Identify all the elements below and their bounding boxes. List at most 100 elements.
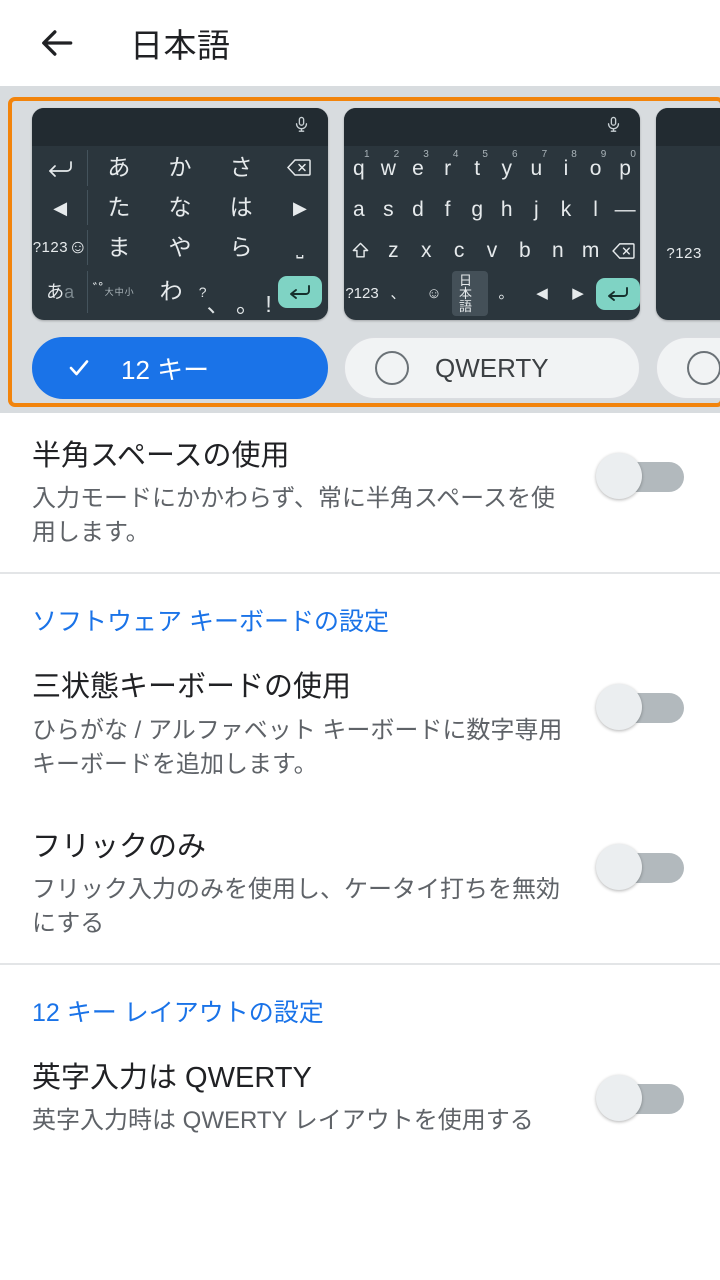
key-z: z (388, 239, 399, 262)
key-w: w2 (380, 149, 400, 180)
enter-icon (277, 275, 322, 308)
key-undo (32, 148, 89, 188)
key-row: ◀ た な は ▶ (32, 188, 328, 228)
key-ha: は (229, 194, 253, 221)
key-wa: わ (159, 278, 183, 305)
key-period: 。 (498, 285, 514, 302)
toggle-alphabet-input-qwerty[interactable] (596, 1075, 688, 1122)
keyboard-top-bar (32, 108, 328, 146)
layout-chip-12key[interactable]: 12 キー (32, 337, 328, 399)
symbols-label: ?123 (32, 239, 69, 257)
key-cursor-left: ◀ (32, 188, 89, 228)
key-dakuten: ゙ ゚大中小 (97, 282, 135, 300)
language-chip-label: 日本語 (452, 271, 488, 316)
setting-row-hankaku-space[interactable]: 半角スペースの使用 入力モードにかかわらず、常に半角スペースを使用します。 (0, 413, 720, 572)
key-u: u7 (530, 149, 548, 180)
key-row (656, 190, 720, 232)
key-q: q1 (352, 149, 370, 180)
keyboard-keys: あ か さ ◀ た な は ▶ ?123 ☺ ま や ら ⎵ あ a ゙ ゚ 大… (32, 146, 328, 320)
setting-title: 三状態キーボードの使用 (32, 671, 352, 704)
keyboard-top-bar (344, 108, 640, 146)
toggle-hankaku-space[interactable] (596, 453, 688, 499)
key-p: p0 (619, 149, 636, 180)
toggle-flick-only[interactable] (596, 843, 688, 890)
key-punctuation: ?、 。 ! (198, 283, 272, 317)
key-cursor-left: ◀ (536, 285, 548, 302)
key-v: v (486, 239, 498, 262)
key-h: h (500, 198, 513, 221)
setting-row-flick-only[interactable]: フリックのみ フリック入力のみを使用し、ケータイ打ちを無効にする (0, 804, 720, 963)
setting-summary: フリック入力のみを使用し、ケータイ打ちを無効にする (32, 875, 560, 938)
key-space: ⎵ (296, 237, 304, 258)
key-e: e3 (412, 149, 429, 180)
key-backspace (272, 148, 328, 188)
setting-summary: 入力モードにかかわらず、常に半角スペースを使用します。 (32, 485, 555, 547)
key-symbols: ?123 ☺ (32, 228, 89, 268)
key-d: d (412, 198, 424, 221)
key-row: ?123 ☺ ま や ら ⎵ (32, 228, 328, 268)
key-c: c (453, 239, 465, 262)
setting-summary: 英字入力時は QWERTY レイアウトを使用する (32, 1107, 534, 1135)
key-x: x (420, 239, 432, 262)
toggle-three-state-keyboard[interactable] (596, 684, 688, 731)
key-n: n (551, 239, 564, 262)
key-row: q1 w2 e3 r4 t5 y6 u7 i8 o9 p0 (344, 148, 640, 189)
key-j: j (534, 198, 539, 221)
layout-chip-label: 12 キー (121, 354, 210, 385)
toggle-knob (596, 843, 642, 890)
key-ka: か (168, 154, 192, 181)
section-header-software-keyboard: ソフトウェア キーボードの設定 (32, 608, 389, 637)
back-button[interactable] (30, 15, 86, 71)
radio-icon (687, 351, 720, 385)
key-shift (344, 230, 377, 271)
keyboard-preview-carousel[interactable]: あ か さ ◀ た な は ▶ ?123 ☺ ま や ら ⎵ あ a ゙ ゚ 大… (0, 97, 720, 399)
key-enter (596, 271, 640, 316)
setting-title: 半角スペースの使用 (32, 440, 290, 472)
key-backspace (607, 230, 640, 271)
key-t: t5 (474, 149, 488, 180)
keyboard-option-qwerty[interactable]: q1 w2 e3 r4 t5 y6 u7 i8 o9 p0 a s d f g … (344, 108, 640, 399)
key-ta: た (107, 194, 131, 221)
key-row: a s d f g h j k l — (344, 189, 640, 230)
setting-summary: ひらがな / アルファベット キーボードに数字専用キーボードを追加します。 (32, 716, 563, 778)
key-cursor-right: ▶ (572, 285, 584, 302)
key-y: y6 (501, 149, 518, 180)
key-s: s (383, 198, 394, 221)
layout-chip-qwerty[interactable]: QWERTY (344, 337, 640, 399)
key-o: o9 (589, 149, 607, 180)
keyboard-option-12key[interactable]: あ か さ ◀ た な は ▶ ?123 ☺ ま や ら ⎵ あ a ゙ ゚ 大… (32, 108, 328, 399)
key-a: あ (107, 154, 131, 181)
microphone-icon (605, 116, 622, 138)
keyboard-preview-qwerty: q1 w2 e3 r4 t5 y6 u7 i8 o9 p0 a s d f g … (344, 108, 640, 320)
microphone-icon (293, 116, 310, 138)
key-g: g (471, 198, 484, 221)
key-dash: — (614, 198, 636, 221)
section-header-twelve-key-layout: 12 キー レイアウトの設定 (32, 999, 324, 1028)
key-enter (272, 268, 328, 316)
toggle-knob (596, 453, 642, 499)
setting-row-three-state-keyboard[interactable]: 三状態キーボードの使用 ひらがな / アルファベット キーボードに数字専用キーボ… (0, 644, 720, 803)
keyboard-keys: q1 w2 e3 r4 t5 y6 u7 i8 o9 p0 a s d f g … (344, 146, 640, 320)
keyboard-keys: ?123 (656, 146, 720, 320)
layout-chip-partial[interactable] (656, 337, 720, 399)
key-m: m (581, 239, 600, 262)
key-symbols: ?123 (666, 244, 702, 262)
key-row (656, 274, 720, 316)
key-row: ?123 、 ☺ 日本語 。 ◀ ▶ (344, 271, 640, 316)
key-na: な (168, 194, 192, 221)
key-row: あa ゙ ゚大中小 わ ?、 。 ! (32, 268, 328, 316)
key-symbols: ?123 (345, 285, 379, 302)
key-r: r4 (444, 149, 459, 180)
keyboard-option-partial[interactable]: ?123 (656, 108, 720, 399)
key-cursor-right: ▶ (292, 197, 307, 218)
key-ya: や (168, 234, 192, 261)
radio-icon (375, 351, 409, 385)
key-ma: ま (107, 234, 131, 261)
app-bar: 日本語 (0, 0, 720, 86)
setting-texts: フリックのみ フリック入力のみを使用し、ケータイ打ちを無効にする (32, 830, 596, 941)
setting-texts: 三状態キーボードの使用 ひらがな / アルファベット キーボードに数字専用キーボ… (32, 670, 596, 781)
key-ra: ら (229, 234, 253, 261)
settings-list: 半角スペースの使用 入力モードにかかわらず、常に半角スペースを使用します。 ソフ… (0, 413, 720, 1161)
key-row: ?123 (656, 232, 720, 274)
setting-row-alphabet-input-qwerty[interactable]: 英字入力は QWERTY 英字入力時は QWERTY レイアウトを使用する (0, 1035, 720, 1160)
